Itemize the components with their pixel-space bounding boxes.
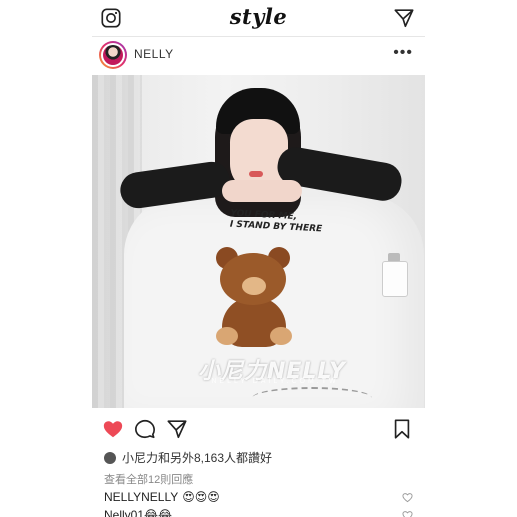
bookmark-icon[interactable] (391, 418, 413, 440)
comment-icon[interactable] (134, 418, 156, 440)
heart-filled-icon[interactable] (102, 418, 124, 440)
share-icon[interactable] (166, 418, 188, 440)
watermark-url: NELLY-DAILY.COM.TW (211, 378, 339, 385)
app-frame: style NELLY ••• YOU FOR ME, I STAND BY T… (92, 0, 425, 517)
view-all-comments-link[interactable]: 查看全部12則回應 (104, 471, 193, 487)
comment-like-heart-icon[interactable] (402, 492, 413, 503)
post-username[interactable]: NELLY (134, 47, 174, 61)
avatar[interactable] (99, 41, 127, 69)
chain-accessory (252, 387, 372, 408)
comment-item: Nelly01😂😂 (104, 508, 172, 517)
right-margin (425, 0, 517, 517)
post-header: NELLY ••• (92, 38, 425, 72)
comment-like-heart-icon[interactable] (402, 510, 413, 517)
comment-username[interactable]: NELLYNELLY (104, 490, 178, 504)
perfume-bottle (382, 261, 408, 297)
likes-count[interactable]: 小尼力和另外8,163人都讚好 (104, 449, 272, 466)
comment-text: 😂😂 (144, 508, 173, 517)
more-options-icon[interactable]: ••• (393, 44, 413, 62)
hands (222, 180, 302, 202)
teddy-bear-print (210, 247, 300, 347)
lips (249, 171, 263, 177)
app-logo[interactable]: style (92, 4, 425, 29)
avatar-image (103, 45, 123, 65)
comment-text: 😍😍😍 (182, 490, 220, 504)
left-margin (0, 0, 92, 517)
comment-item: NELLYNELLY 😍😍😍 (104, 490, 220, 504)
post-actions (92, 414, 425, 446)
paper-plane-icon[interactable] (393, 7, 415, 29)
top-bar: style (92, 0, 425, 37)
comment-username[interactable]: Nelly01 (104, 508, 144, 517)
liker-avatar-icon (104, 452, 116, 464)
post-photo[interactable]: YOU FOR ME, I STAND BY THERE 小尼力NELLY NE… (92, 75, 425, 408)
